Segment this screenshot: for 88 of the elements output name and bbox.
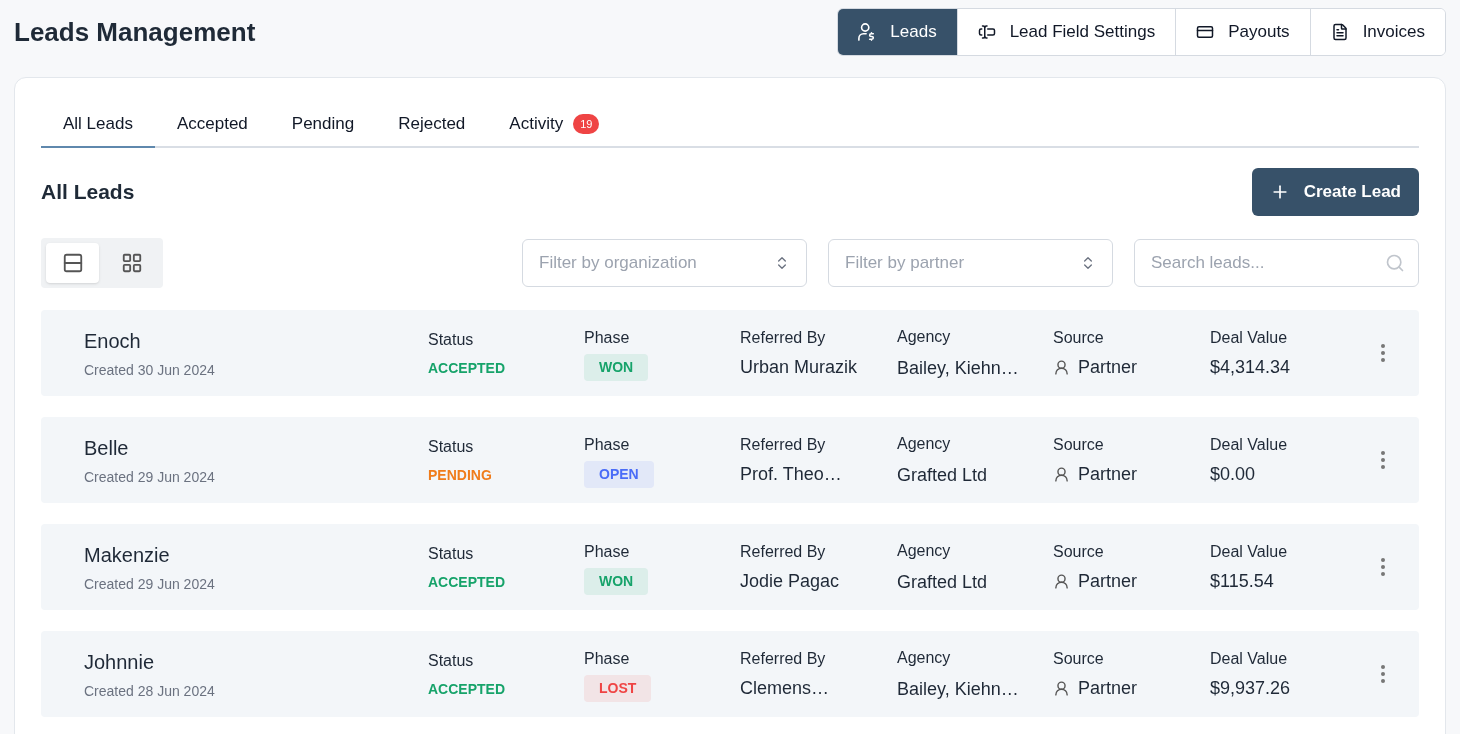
search-field[interactable]: Search leads... [1134, 239, 1419, 287]
more-icon [1381, 665, 1385, 683]
field-label: Source [1053, 648, 1105, 669]
tab[interactable]: Activity 19 [487, 102, 622, 148]
agency-name: Bailey, Kiehn… [897, 356, 1020, 380]
list-view-icon [61, 252, 84, 274]
field-label: Phase [584, 327, 630, 348]
deal-value: $9,937.26 [1210, 676, 1292, 700]
nav-tab[interactable]: Invoices [1309, 9, 1445, 55]
deal-value: $0.00 [1210, 462, 1257, 486]
referrer-name: Prof. Theo… [740, 462, 843, 486]
page-title: Leads Management [14, 15, 256, 49]
search-icon [1385, 253, 1405, 273]
field-label: Deal Value [1210, 541, 1289, 562]
source-value: Partner [1078, 676, 1138, 700]
document-icon [1330, 23, 1349, 41]
section-title: All Leads [41, 179, 135, 206]
agency-name: Bailey, Kiehn… [897, 677, 1020, 701]
field-label: Referred By [740, 648, 827, 669]
created-date: Created 28 Jun 2024 [84, 681, 216, 701]
field-label: Referred By [740, 434, 827, 455]
text-cursor-icon [977, 23, 996, 41]
more-icon [1381, 344, 1385, 362]
status-label: ACCEPTED [428, 572, 506, 592]
field-label: Agency [897, 647, 952, 668]
lead-row[interactable]: Makenzie Created 29 Jun 2024 Status ACCEPTED Phase WON Referred By Jodie Pagac Agency Grafted Ltd Source Partner Deal Value $115.54 [41, 524, 1419, 610]
phase-badge: LOST [584, 674, 652, 702]
field-label: Deal Value [1210, 434, 1289, 455]
status-label: ACCEPTED [428, 679, 506, 699]
field-label: Phase [584, 434, 630, 455]
lead-row[interactable]: Johnnie Created 28 Jun 2024 Status ACCEPTED Phase LOST Referred By Clemens… Agency Bailey, Kiehn… Source Partner Deal Value $9,937.26 [41, 631, 1419, 717]
tab[interactable]: All Leads [41, 102, 155, 148]
lead-row[interactable]: Belle Created 29 Jun 2024 Status PENDING Phase OPEN Referred By Prof. Theo… Agency Grafted Ltd Source Partner Deal Value $0.00 [41, 417, 1419, 503]
tab[interactable]: Pending [269, 102, 377, 148]
field-label: Status [428, 650, 475, 671]
field-label: Status [428, 329, 475, 350]
source-value: Partner [1078, 462, 1138, 486]
agency-name: Grafted Ltd [897, 463, 989, 487]
field-label: Phase [584, 541, 630, 562]
deal-value: $115.54 [1210, 569, 1275, 593]
field-label: Deal Value [1210, 648, 1289, 669]
user-dollar-icon [858, 23, 877, 41]
lead-name: Makenzie [84, 542, 171, 568]
status-label: PENDING [428, 465, 493, 485]
created-date: Created 30 Jun 2024 [84, 360, 216, 380]
person-icon [1053, 572, 1070, 590]
source-value: Partner [1078, 569, 1138, 593]
tab[interactable]: Accepted [154, 102, 270, 148]
field-label: Agency [897, 540, 952, 561]
referrer-name: Clemens… [740, 676, 831, 700]
view-toggle-button[interactable] [46, 243, 99, 283]
person-icon [1053, 465, 1070, 483]
created-date: Created 29 Jun 2024 [84, 574, 216, 594]
lead-name: Belle [84, 435, 130, 461]
field-label: Referred By [740, 327, 827, 348]
phase-badge: WON [584, 567, 649, 595]
more-icon [1381, 558, 1385, 576]
status-label: ACCEPTED [428, 358, 506, 378]
lead-row[interactable]: Enoch Created 30 Jun 2024 Status ACCEPTED Phase WON Referred By Urban Murazik Agency Bailey, Kiehn… Source Partner Deal Value $4,314.34 [41, 310, 1419, 396]
field-label: Agency [897, 433, 952, 454]
field-label: Deal Value [1210, 327, 1289, 348]
more-icon [1381, 451, 1385, 469]
field-label: Source [1053, 434, 1105, 455]
phase-badge: OPEN [584, 460, 654, 488]
referrer-name: Jodie Pagac [740, 569, 841, 593]
referrer-name: Urban Murazik [740, 355, 859, 379]
field-label: Agency [897, 326, 952, 347]
field-label: Status [428, 543, 475, 564]
field-label: Referred By [740, 541, 827, 562]
card-icon [1196, 23, 1215, 41]
tab[interactable]: Rejected [376, 102, 488, 148]
created-date: Created 29 Jun 2024 [84, 467, 216, 487]
lead-name: Enoch [84, 328, 142, 354]
phase-badge: WON [584, 353, 649, 381]
person-icon [1053, 358, 1070, 376]
nav-tab[interactable]: Leads [838, 9, 957, 55]
person-icon [1053, 679, 1070, 697]
field-label: Source [1053, 327, 1105, 348]
count-badge: 19 [573, 113, 600, 135]
field-label: Phase [584, 648, 630, 669]
source-value: Partner [1078, 355, 1138, 379]
lead-name: Johnnie [84, 649, 156, 675]
field-label: Source [1053, 541, 1105, 562]
field-label: Status [428, 436, 475, 457]
grid-view-icon [120, 252, 143, 274]
deal-value: $4,314.34 [1210, 355, 1292, 379]
agency-name: Grafted Ltd [897, 570, 989, 594]
create-lead-button[interactable]: Create Lead [1251, 168, 1419, 216]
